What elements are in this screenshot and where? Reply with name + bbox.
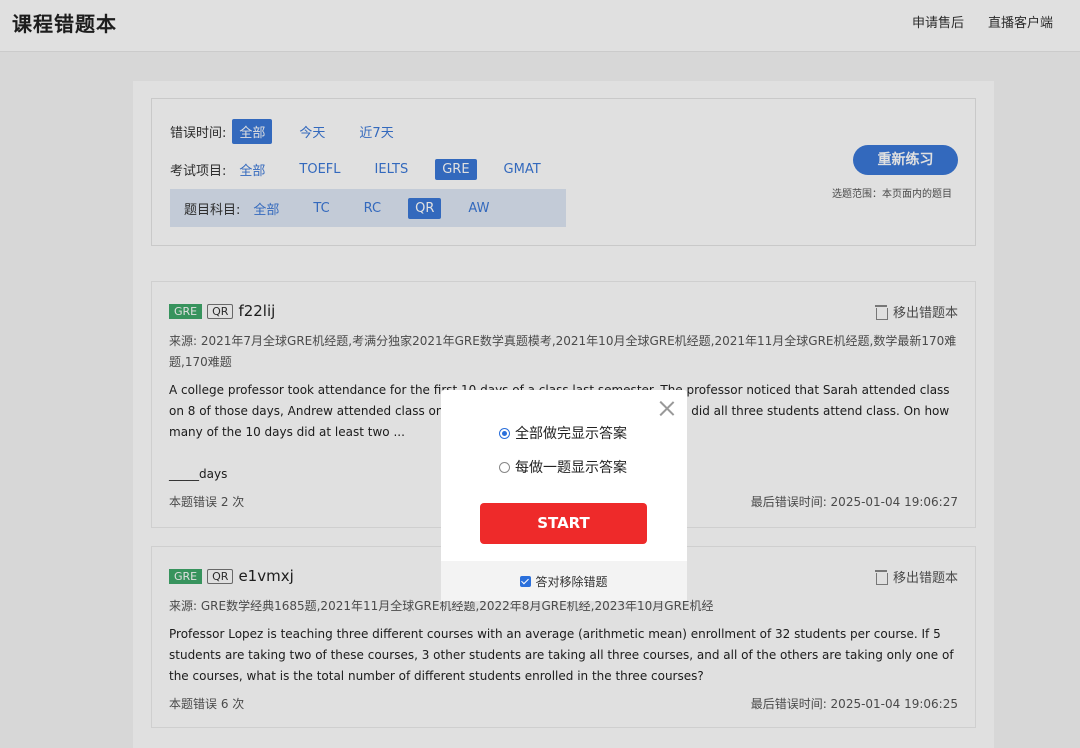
remove-on-correct-label: 答对移除错题	[535, 574, 608, 589]
practice-mode-dialog: 全部做完显示答案 每做一题显示答案 START 答对移除错题	[441, 390, 687, 601]
remove-on-correct-toggle[interactable]: 答对移除错题	[441, 561, 687, 601]
radio-unselected-icon[interactable]	[499, 461, 510, 473]
checkbox-checked-icon[interactable]	[520, 575, 532, 587]
option-each-label: 每做一题显示答案	[515, 460, 627, 476]
radio-selected-icon[interactable]	[499, 427, 510, 439]
start-button[interactable]: START	[480, 503, 647, 544]
modal-overlay[interactable]	[0, 0, 1080, 748]
option-show-answers-each[interactable]: 每做一题显示答案	[499, 457, 627, 477]
option-all-label: 全部做完显示答案	[515, 426, 627, 442]
option-show-answers-after-all[interactable]: 全部做完显示答案	[499, 423, 627, 443]
close-icon[interactable]	[659, 400, 675, 416]
